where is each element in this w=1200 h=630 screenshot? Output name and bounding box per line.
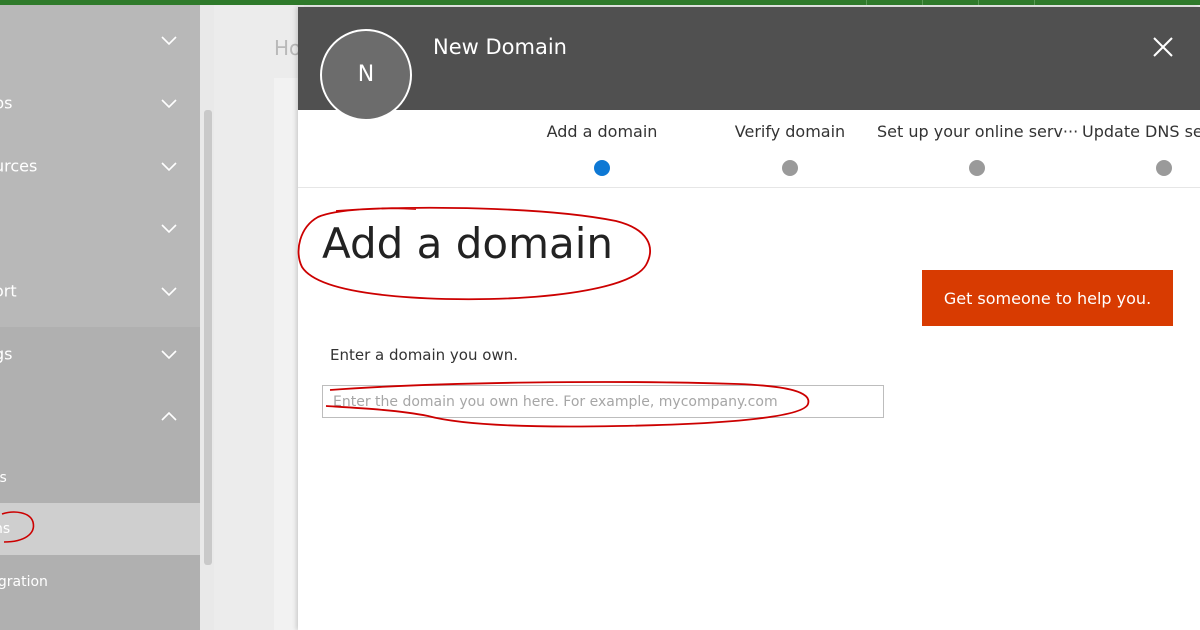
nav-subitem-domains[interactable]: ns bbox=[0, 503, 200, 555]
avatar: N bbox=[320, 29, 412, 121]
left-navigation: ps urces ort gs ts ns igration bbox=[0, 5, 200, 630]
nav-item-groups[interactable]: ps bbox=[0, 73, 200, 133]
page-title: Add a domain bbox=[322, 219, 614, 268]
nav-item-home[interactable] bbox=[0, 10, 200, 70]
panel-title: New Domain bbox=[433, 35, 567, 59]
avatar-initial: N bbox=[357, 62, 375, 87]
chevron-down-icon bbox=[160, 345, 178, 363]
nav-scrollbar[interactable] bbox=[204, 110, 212, 565]
chevron-down-icon bbox=[160, 94, 178, 112]
nav-item-label: ort bbox=[0, 281, 17, 301]
topbar-divider bbox=[1034, 0, 1035, 5]
chevron-down-icon bbox=[160, 219, 178, 237]
step-dot-active bbox=[594, 160, 610, 176]
close-button[interactable] bbox=[1150, 34, 1176, 60]
close-icon bbox=[1153, 37, 1173, 57]
nav-subitem-label: ts bbox=[0, 470, 7, 486]
step-label: Add a domain bbox=[546, 122, 658, 141]
nav-item-resources[interactable]: urces bbox=[0, 136, 200, 196]
nav-item-settings[interactable]: gs bbox=[0, 324, 200, 384]
nav-item-support[interactable]: ort bbox=[0, 261, 200, 321]
panel-header: New Domain bbox=[298, 7, 1200, 110]
new-domain-panel: New Domain N Add a domain Verify domain … bbox=[298, 7, 1200, 630]
step-dot bbox=[1156, 160, 1172, 176]
nav-item-label: gs bbox=[0, 344, 13, 364]
step-label: Set up your online serv··· bbox=[877, 122, 1079, 141]
nav-item-label: urces bbox=[0, 156, 38, 176]
nav-item-setup[interactable] bbox=[0, 387, 200, 447]
topbar-divider bbox=[978, 0, 979, 5]
nav-subitem-products[interactable]: ts bbox=[0, 452, 200, 504]
chevron-down-icon bbox=[160, 282, 178, 300]
nav-item-billing[interactable] bbox=[0, 198, 200, 258]
step-dot bbox=[782, 160, 798, 176]
chevron-down-icon bbox=[160, 157, 178, 175]
get-help-button[interactable]: Get someone to help you. bbox=[922, 270, 1173, 326]
topbar-divider bbox=[922, 0, 923, 5]
topbar-divider bbox=[866, 0, 867, 5]
step-label: Update DNS se bbox=[1082, 122, 1200, 141]
domain-field-label: Enter a domain you own. bbox=[330, 346, 518, 364]
wizard-steps: Add a domain Verify domain Set up your o… bbox=[298, 110, 1200, 188]
nav-item-label: ps bbox=[0, 93, 13, 113]
domain-input[interactable] bbox=[322, 385, 884, 418]
step-dot bbox=[969, 160, 985, 176]
step-label: Verify domain bbox=[734, 122, 846, 141]
chevron-down-icon bbox=[160, 31, 178, 49]
nav-subitem-label: igration bbox=[0, 574, 48, 590]
nav-subitem-data-migration[interactable]: igration bbox=[0, 556, 200, 608]
chevron-up-icon bbox=[160, 408, 178, 426]
nav-subitem-label: ns bbox=[0, 521, 11, 537]
